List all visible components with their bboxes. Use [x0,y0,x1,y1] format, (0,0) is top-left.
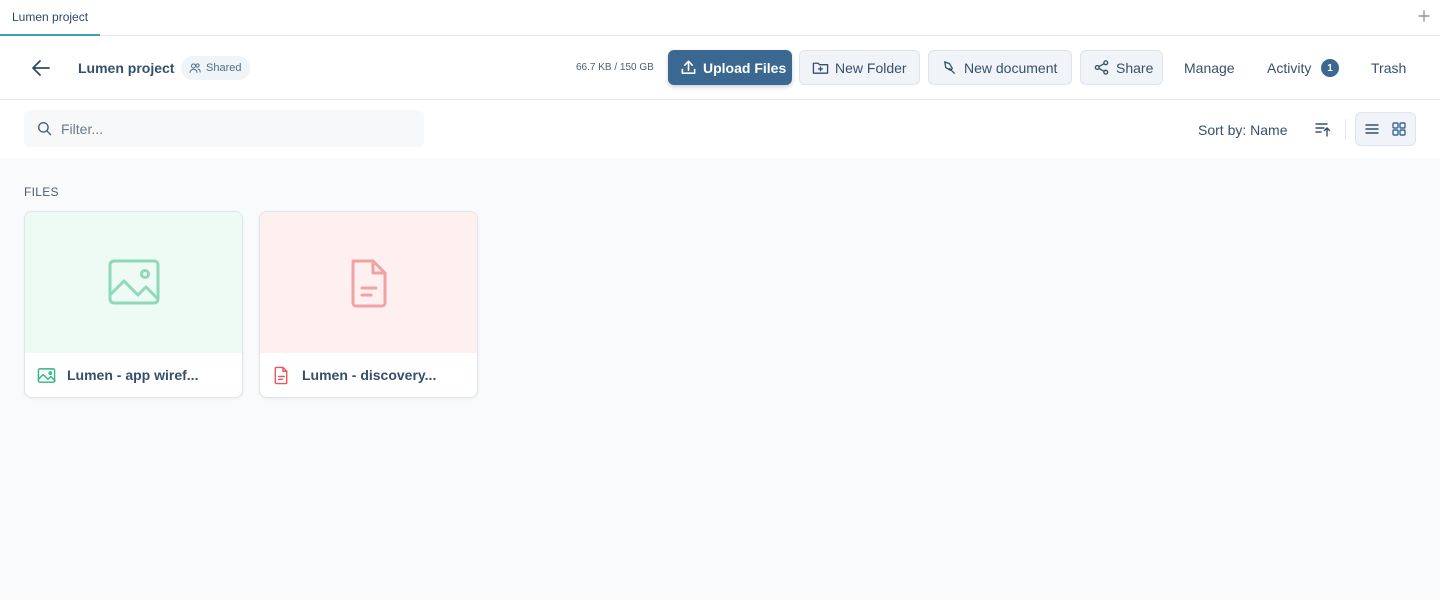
document-icon [274,366,288,384]
new-folder-label: New Folder [835,59,907,76]
activity-count-badge: 1 [1321,59,1339,77]
new-folder-button[interactable]: New Folder [799,50,920,85]
plus-icon[interactable] [1416,8,1432,24]
file-card[interactable]: Lumen - app wiref... [24,211,243,398]
file-card-footer: Lumen - app wiref... [25,353,242,397]
image-icon [108,259,159,304]
file-card[interactable]: Lumen - discovery... [259,211,478,398]
filter-box [24,110,424,147]
file-name: Lumen - app wiref... [67,367,199,383]
back-arrow-icon[interactable] [30,58,52,78]
document-icon [351,259,386,307]
share-button[interactable]: Share [1080,50,1163,85]
file-name: Lumen - discovery... [302,367,437,383]
activity-link[interactable]: Activity [1267,60,1311,76]
search-icon [37,121,52,136]
users-icon [189,63,201,73]
share-icon [1094,60,1109,75]
upload-icon [681,60,696,74]
file-thumbnail [25,212,242,353]
upload-files-button[interactable]: Upload Files [668,50,792,85]
sort-ascending-icon[interactable] [1314,120,1332,138]
page-header: Lumen project Shared 66.7 KB / 150 GB Up… [0,36,1440,100]
upload-files-label: Upload Files [703,59,787,76]
tab-lumen-project[interactable]: Lumen project [0,0,101,36]
filter-input[interactable] [61,110,416,147]
pen-icon [944,61,955,74]
shared-badge: Shared [181,56,251,80]
list-view-icon[interactable] [1364,121,1380,137]
grid-view-icon[interactable] [1391,121,1407,137]
file-toolbar: Sort by: Name [0,100,1440,158]
storage-usage: 66.7 KB / 150 GB [576,62,654,73]
sort-dropdown[interactable]: Sort by: Name [1198,122,1287,138]
new-document-label: New document [964,59,1058,76]
folder-plus-icon [812,62,829,74]
toolbar-divider [1345,119,1346,139]
view-toggle [1355,112,1416,146]
image-icon [37,367,56,383]
file-card-footer: Lumen - discovery... [260,353,477,397]
tab-label: Lumen project [12,10,89,24]
trash-link[interactable]: Trash [1371,60,1406,76]
tab-bar: Lumen project [0,0,1440,36]
share-label: Share [1116,59,1154,76]
files-section-label: FILES [24,185,59,199]
new-document-button[interactable]: New document [928,50,1072,85]
file-thumbnail [260,212,477,353]
manage-link[interactable]: Manage [1184,60,1235,76]
shared-badge-label: Shared [206,62,242,74]
page-title: Lumen project [78,60,175,76]
